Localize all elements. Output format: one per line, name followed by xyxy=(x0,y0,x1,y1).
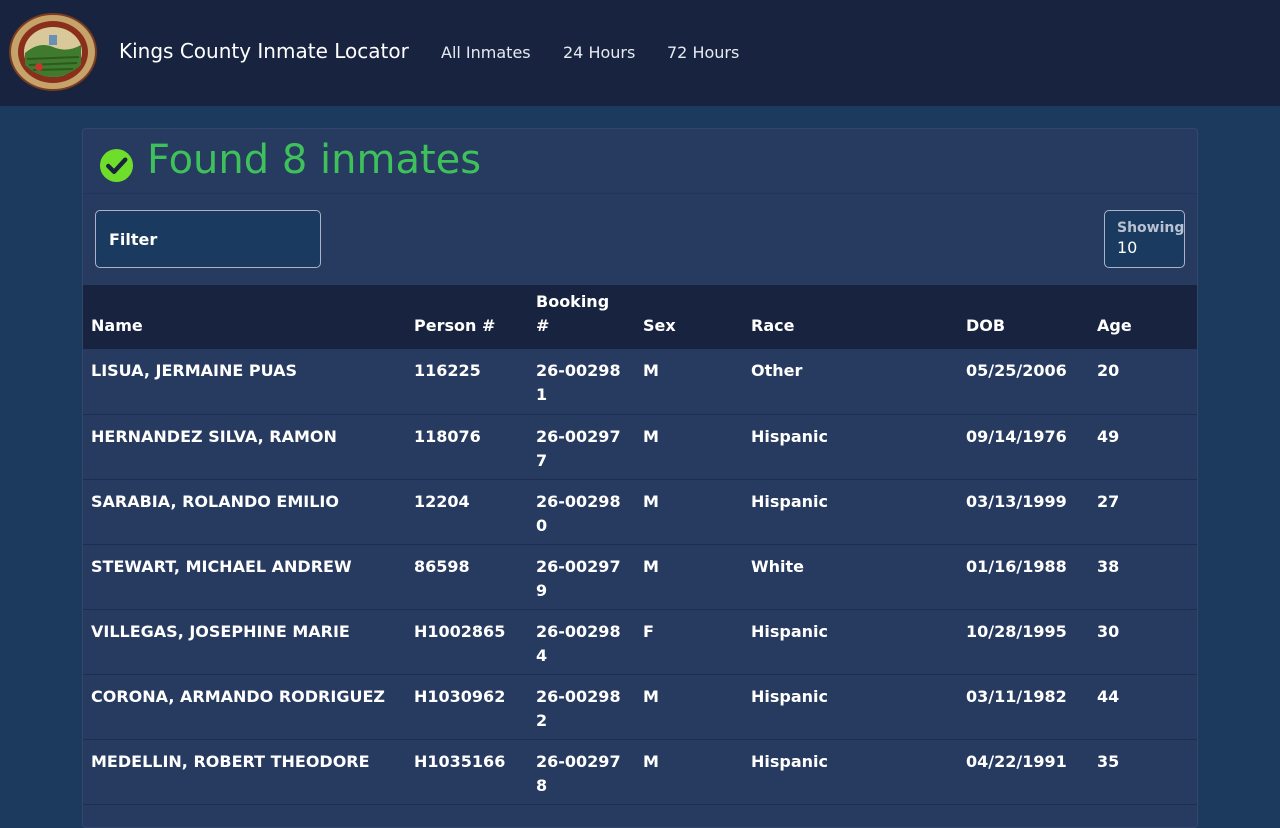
cell-age: 35 xyxy=(1097,751,1120,771)
showing-select[interactable]: Showing 10 xyxy=(1104,210,1185,268)
cell-person-number: 116225 xyxy=(414,361,481,380)
cell-age: 38 xyxy=(1097,556,1120,576)
table-row[interactable]: SARABIA, ROLANDO EMILIO 12204 26-002980 … xyxy=(83,479,1197,544)
header-name[interactable]: Name xyxy=(83,285,406,349)
top-navbar: Kings County Inmate Locator All Inmates … xyxy=(0,0,1280,106)
check-circle-icon xyxy=(99,148,134,183)
cell-age: 30 xyxy=(1097,621,1120,641)
cell-sex: M xyxy=(643,686,659,706)
cell-dob: 10/28/1995 xyxy=(966,621,1067,641)
table-row[interactable]: STEWART, MICHAEL ANDREW 86598 26-002979 … xyxy=(83,544,1197,609)
cell-dob: 05/25/2006 xyxy=(966,361,1067,380)
cell-name: STEWART, MICHAEL ANDREW xyxy=(91,556,352,576)
showing-value: 10 xyxy=(1117,238,1138,257)
cell-name: HERNANDEZ SILVA, RAMON xyxy=(91,426,337,446)
site-brand[interactable]: Kings County Inmate Locator xyxy=(119,39,409,63)
results-card: Found 8 inmates Filter Showing 10 Name P… xyxy=(82,128,1198,828)
cell-sex: M xyxy=(643,491,659,511)
cell-sex: M xyxy=(643,361,659,380)
cell-booking-number: 26-002982 xyxy=(536,686,621,730)
table-row[interactable]: MEDELLIN, ROBERT THEODORE H1035166 26-00… xyxy=(83,739,1197,804)
cell-age: 44 xyxy=(1097,686,1120,706)
table-row[interactable]: CORONA, ARMANDO RODRIGUEZ H1030962 26-00… xyxy=(83,674,1197,739)
county-seal-logo[interactable] xyxy=(9,13,97,91)
table-row[interactable]: LISUA, JERMAINE PUAS 116225 26-002981 M … xyxy=(83,349,1197,414)
results-header: Found 8 inmates xyxy=(83,129,1197,194)
cell-dob: 03/11/1982 xyxy=(966,686,1067,706)
cell-name: SARABIA, ROLANDO EMILIO xyxy=(91,491,339,511)
nav-all-inmates[interactable]: All Inmates xyxy=(441,43,531,62)
nav-72-hours[interactable]: 72 Hours xyxy=(667,43,739,62)
cell-booking-number: 26-002981 xyxy=(536,361,621,404)
filter-input[interactable]: Filter xyxy=(95,210,321,268)
showing-label: Showing xyxy=(1117,220,1185,236)
cell-race: Hispanic xyxy=(751,426,829,446)
cell-sex: M xyxy=(643,426,659,446)
cell-sex: M xyxy=(643,751,659,771)
results-count-title: Found 8 inmates xyxy=(147,137,482,183)
cell-name: MEDELLIN, ROBERT THEODORE xyxy=(91,751,370,771)
cell-dob: 09/14/1976 xyxy=(966,426,1067,446)
cell-booking-number: 26-002977 xyxy=(536,426,621,470)
cell-age: 20 xyxy=(1097,361,1120,380)
cell-person-number: H1030962 xyxy=(414,686,506,706)
cell-dob: 01/16/1988 xyxy=(966,556,1067,576)
cell-sex: M xyxy=(643,556,659,576)
cell-race: White xyxy=(751,556,805,576)
header-age[interactable]: Age xyxy=(1089,285,1197,349)
inmates-table: Name Person # Booking # Sex Race DOB Age… xyxy=(83,285,1197,805)
cell-person-number: 12204 xyxy=(414,491,470,511)
header-booking-number[interactable]: Booking # xyxy=(528,285,635,349)
header-person-number[interactable]: Person # xyxy=(406,285,528,349)
cell-booking-number: 26-002979 xyxy=(536,556,621,600)
header-race[interactable]: Race xyxy=(743,285,958,349)
cell-dob: 04/22/1991 xyxy=(966,751,1067,771)
cell-booking-number: 26-002980 xyxy=(536,491,621,535)
cell-race: Hispanic xyxy=(751,686,829,706)
cell-person-number: H1035166 xyxy=(414,751,506,771)
table-row[interactable]: HERNANDEZ SILVA, RAMON 118076 26-002977 … xyxy=(83,414,1197,479)
filter-label: Filter xyxy=(109,230,158,249)
header-sex[interactable]: Sex xyxy=(635,285,743,349)
table-header-row: Name Person # Booking # Sex Race DOB Age xyxy=(83,285,1197,349)
cell-race: Hispanic xyxy=(751,491,829,511)
table-row[interactable]: VILLEGAS, JOSEPHINE MARIE H1002865 26-00… xyxy=(83,609,1197,674)
cell-name: LISUA, JERMAINE PUAS xyxy=(91,361,297,380)
cell-race: Hispanic xyxy=(751,621,829,641)
cell-dob: 03/13/1999 xyxy=(966,491,1067,511)
cell-person-number: 86598 xyxy=(414,556,470,576)
header-dob[interactable]: DOB xyxy=(958,285,1089,349)
cell-age: 27 xyxy=(1097,491,1120,511)
cell-person-number: H1002865 xyxy=(414,621,506,641)
cell-person-number: 118076 xyxy=(414,426,481,446)
nav-24-hours[interactable]: 24 Hours xyxy=(563,43,635,62)
cell-race: Hispanic xyxy=(751,751,829,771)
cell-booking-number: 26-002984 xyxy=(536,621,621,665)
cell-age: 49 xyxy=(1097,426,1120,446)
cell-name: CORONA, ARMANDO RODRIGUEZ xyxy=(91,686,385,706)
cell-sex: F xyxy=(643,621,654,641)
cell-name: VILLEGAS, JOSEPHINE MARIE xyxy=(91,621,350,641)
cell-booking-number: 26-002978 xyxy=(536,751,621,795)
cell-race: Other xyxy=(751,361,803,380)
